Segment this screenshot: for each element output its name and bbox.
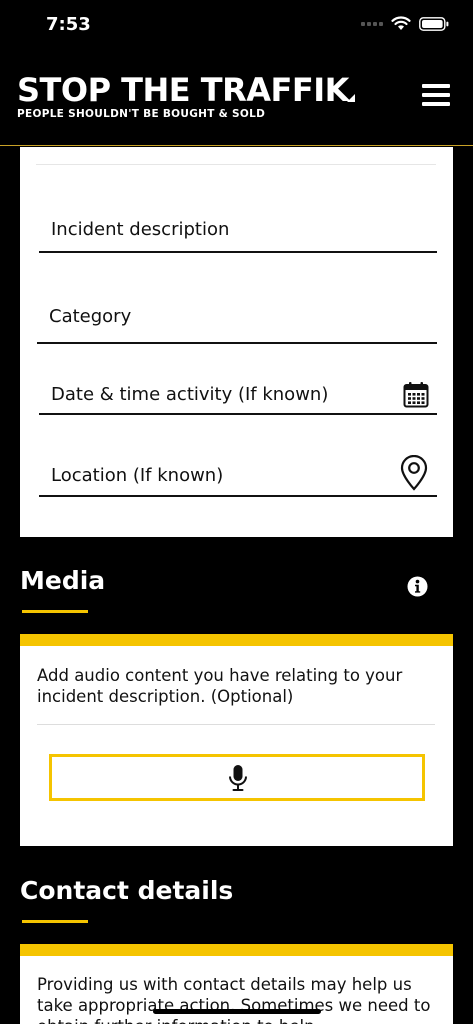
divider bbox=[36, 164, 436, 165]
wifi-icon bbox=[391, 16, 411, 30]
contact-section-title: Contact details bbox=[20, 876, 234, 905]
date-time-label: Date & time activity (If known) bbox=[51, 384, 329, 405]
media-card: Add audio content you have relating to y… bbox=[20, 634, 453, 846]
media-description: Add audio content you have relating to y… bbox=[37, 666, 403, 706]
media-section-title: Media bbox=[20, 566, 106, 595]
location-field[interactable]: Location (If known) bbox=[39, 447, 437, 497]
date-time-field[interactable]: Date & time activity (If known) bbox=[39, 375, 437, 415]
calendar-icon[interactable] bbox=[403, 381, 429, 408]
home-indicator bbox=[153, 1009, 321, 1014]
contact-description: Providing us with contact details may he… bbox=[37, 975, 431, 1024]
status-bar: 7:53 bbox=[0, 0, 473, 50]
category-field[interactable]: Category bbox=[37, 295, 437, 344]
incident-description-label: Incident description bbox=[51, 219, 230, 240]
record-audio-button[interactable] bbox=[49, 754, 425, 801]
hamburger-menu-icon[interactable] bbox=[420, 84, 452, 110]
brand-corner-mark bbox=[347, 94, 355, 102]
app-header: STOP THE TRAFFIK PEOPLE SHOULDN'T BE BOU… bbox=[0, 62, 473, 146]
location-label: Location (If known) bbox=[51, 465, 224, 486]
status-icons bbox=[361, 16, 449, 31]
brand-title: STOP THE TRAFFIK bbox=[17, 71, 349, 109]
incident-form-card: Incident description Category Date & tim… bbox=[20, 147, 453, 537]
media-section-underline bbox=[22, 610, 88, 613]
battery-icon bbox=[419, 16, 449, 31]
info-icon[interactable] bbox=[407, 576, 428, 597]
brand-tagline: PEOPLE SHOULDN'T BE BOUGHT & SOLD bbox=[17, 108, 266, 120]
contact-section-underline bbox=[22, 920, 88, 923]
category-label: Category bbox=[49, 306, 132, 327]
incident-description-field[interactable]: Incident description bbox=[39, 205, 437, 253]
location-pin-icon[interactable] bbox=[400, 455, 428, 491]
microphone-icon bbox=[229, 765, 247, 791]
signal-dots-icon bbox=[361, 21, 383, 26]
status-time: 7:53 bbox=[46, 14, 91, 35]
divider bbox=[37, 724, 435, 725]
